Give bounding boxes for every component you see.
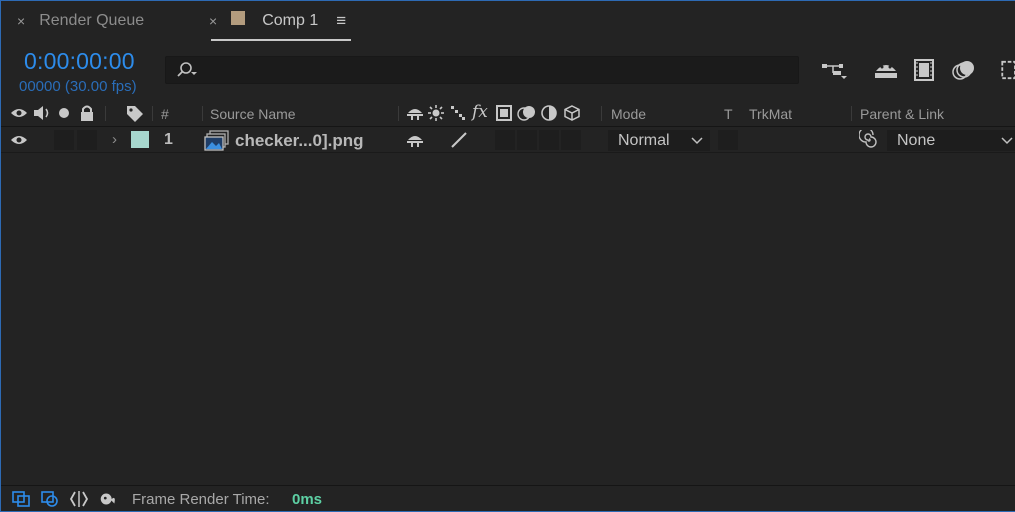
frame-count-display: 00000 (30.00 fps) <box>19 78 137 95</box>
layer-name[interactable]: checker...0].png <box>235 131 364 151</box>
blend-mode-dropdown[interactable]: Normal <box>608 130 710 151</box>
transfer-controls-pane-icon[interactable] <box>40 489 60 509</box>
search-field[interactable] <box>165 56 799 84</box>
shy-layers-icon[interactable] <box>872 58 900 82</box>
footage-file-icon <box>204 130 230 157</box>
motion-blur-header-icon[interactable] <box>517 105 537 124</box>
visibility-eye-icon[interactable] <box>10 132 28 153</box>
panel-menu-icon[interactable]: ≡ <box>336 11 346 31</box>
expand-chevron-icon[interactable]: › <box>112 131 117 148</box>
close-icon[interactable]: × <box>209 13 217 29</box>
motion-blur-toggle[interactable] <box>539 130 559 150</box>
pick-whip-icon[interactable] <box>858 127 879 155</box>
layer-switches-pane-icon[interactable] <box>11 489 31 509</box>
frame-render-time-value: 0ms <box>292 491 323 508</box>
search-icon[interactable] <box>176 61 198 86</box>
frame-blending-icon[interactable] <box>911 58 939 82</box>
column-trkmat[interactable]: TrkMat <box>749 106 792 122</box>
composition-mini-flowchart-icon[interactable] <box>820 58 848 82</box>
frame-blend-header-icon[interactable] <box>496 105 512 124</box>
column-divider <box>105 106 106 121</box>
tab-render-queue[interactable]: × Render Queue <box>17 1 144 41</box>
collapse-transform-header-icon[interactable] <box>428 105 444 124</box>
active-tab-underline <box>211 39 351 41</box>
tab-label: Comp 1 <box>262 12 319 29</box>
lock-header-icon[interactable] <box>79 104 95 125</box>
render-time-pane-icon[interactable] <box>98 489 118 509</box>
preserve-transparency-toggle[interactable] <box>718 130 738 150</box>
column-t[interactable]: T <box>724 106 733 122</box>
close-icon[interactable]: × <box>17 13 25 29</box>
column-parent-link[interactable]: Parent & Link <box>860 106 944 122</box>
layer-label-color[interactable] <box>131 131 149 148</box>
video-switch-header-icon[interactable] <box>10 105 28 124</box>
label-tag-icon[interactable] <box>125 104 145 125</box>
column-divider <box>152 106 153 121</box>
frame-blend-toggle[interactable] <box>517 130 537 150</box>
tab-bar: × Render Queue × Comp 1 ≡ <box>1 1 1015 41</box>
layer-row[interactable]: › 1 checker...0].png Normal None <box>1 127 1015 153</box>
parent-dropdown[interactable]: None <box>887 130 1015 151</box>
graph-editor-icon[interactable] <box>995 58 1015 82</box>
lock-toggle[interactable] <box>77 130 97 150</box>
solo-toggle[interactable] <box>54 130 74 150</box>
column-source-name[interactable]: Source Name <box>210 106 296 122</box>
quality-header-icon[interactable] <box>450 105 466 124</box>
audio-header-icon[interactable] <box>32 104 52 125</box>
tab-label: Render Queue <box>39 12 145 29</box>
column-divider <box>601 106 602 121</box>
parent-value: None <box>897 132 936 149</box>
current-time-display[interactable]: 0:00:00:00 <box>24 48 135 75</box>
column-number[interactable]: # <box>161 106 169 122</box>
frame-render-time-label: Frame Render Time: <box>132 491 270 508</box>
shy-switch-header-icon[interactable] <box>406 105 424 124</box>
tab-comp-1[interactable]: × Comp 1 ≡ <box>209 1 351 41</box>
quality-best-icon[interactable] <box>450 131 468 154</box>
in-out-duration-pane-icon[interactable] <box>69 489 89 509</box>
chevron-down-icon <box>690 130 704 156</box>
motion-blur-icon[interactable] <box>950 58 978 82</box>
layer-number: 1 <box>164 131 173 148</box>
column-divider <box>398 106 399 121</box>
effects-toggle[interactable] <box>495 130 515 150</box>
column-divider <box>202 106 203 121</box>
effects-header-icon[interactable]: fx <box>472 102 488 122</box>
timeline-footer: Frame Render Time: 0ms <box>1 485 1015 512</box>
blend-mode-value: Normal <box>618 132 670 149</box>
column-mode[interactable]: Mode <box>611 106 646 122</box>
chevron-down-icon <box>1000 130 1014 156</box>
shy-switch-icon[interactable] <box>406 132 424 153</box>
search-input[interactable] <box>206 61 786 81</box>
column-divider <box>851 106 852 121</box>
solo-header-icon[interactable] <box>58 106 70 123</box>
3d-layer-header-icon[interactable] <box>564 105 580 124</box>
layer-column-header: # Source Name fx Mode T TrkMat Parent & … <box>1 100 1015 127</box>
adjustment-layer-header-icon[interactable] <box>541 105 557 124</box>
3d-layer-toggle[interactable] <box>561 130 581 150</box>
comp-color-swatch <box>231 11 246 25</box>
